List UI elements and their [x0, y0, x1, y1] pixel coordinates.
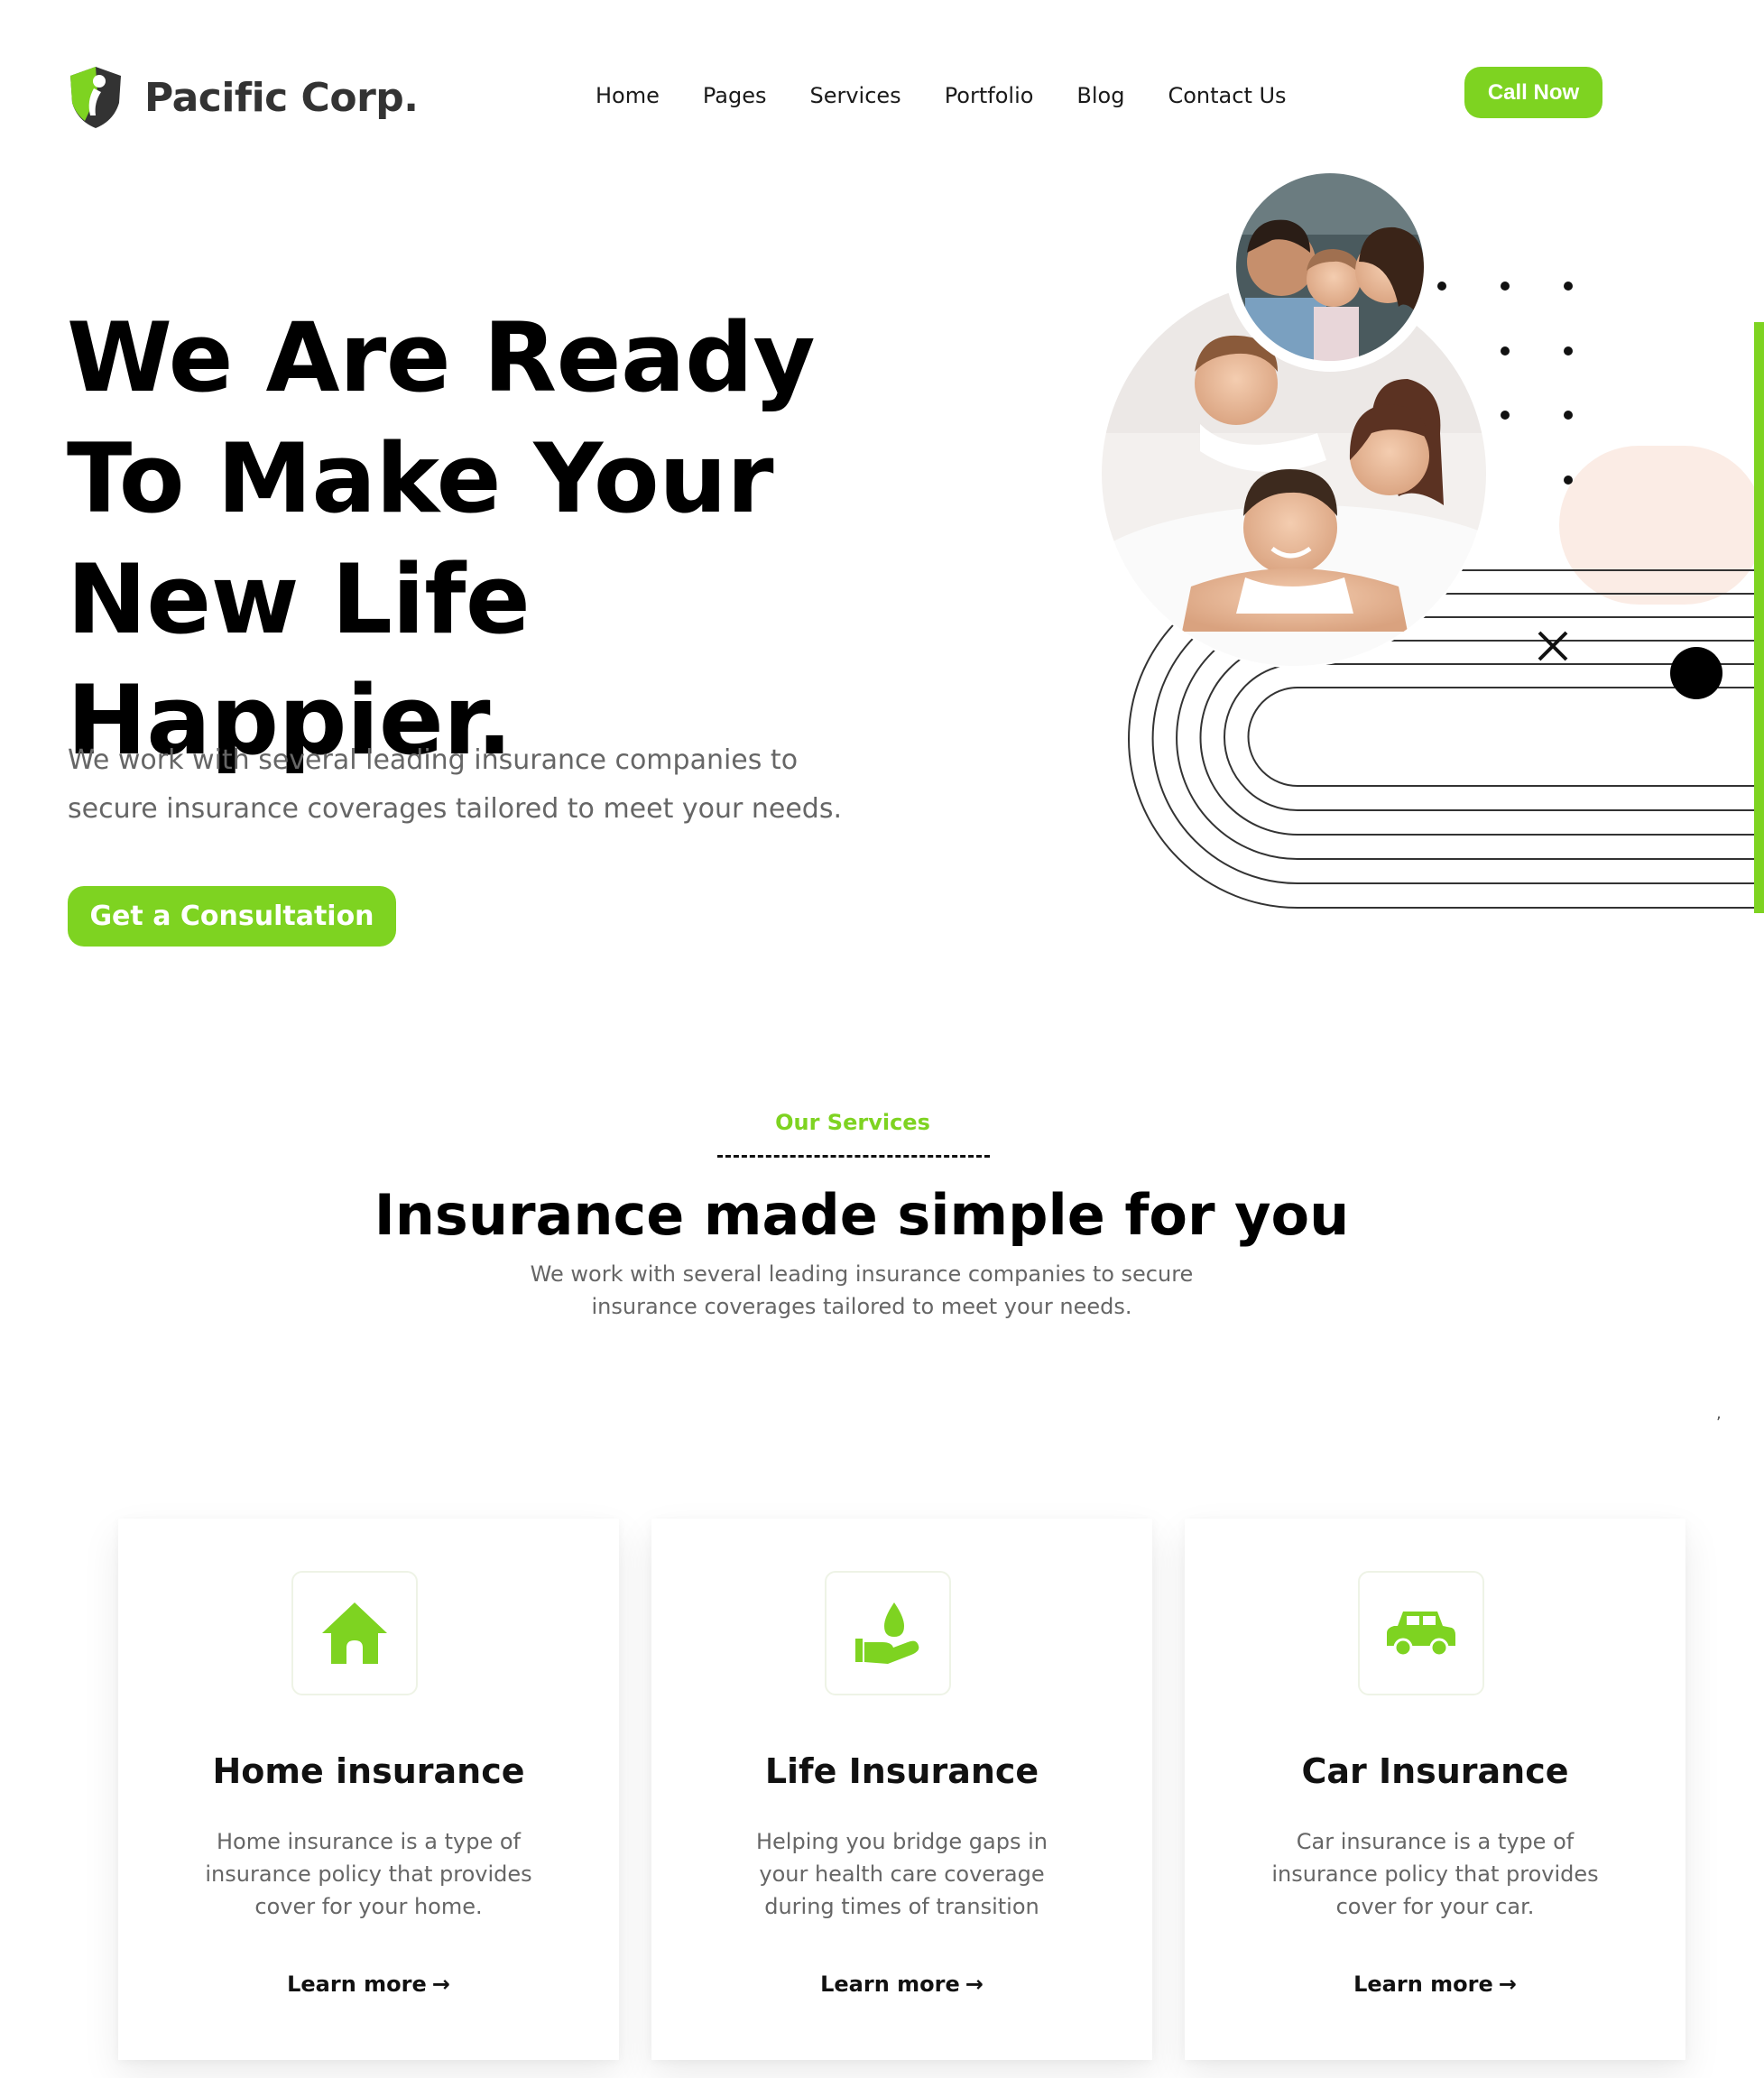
services-title: Insurance made simple for you [374, 1182, 1350, 1248]
nav-blog[interactable]: Blog [1076, 83, 1124, 108]
card-text: Home insurance is a type of insurance po… [205, 1829, 532, 1919]
hero-illustration [1101, 162, 1764, 909]
card-car-insurance: Car Insurance Car insurance is a type of… [1185, 1519, 1685, 2060]
arrow-right-icon: → [965, 1972, 984, 1997]
card-title: Home insurance [212, 1751, 525, 1791]
nav-services[interactable]: Services [809, 83, 900, 108]
nav-portfolio[interactable]: Portfolio [945, 83, 1034, 108]
brand-name: Pacific Corp. [144, 74, 419, 121]
card-icon-box [1358, 1571, 1484, 1695]
learn-more-link[interactable]: Learn more → [651, 1972, 1152, 1997]
get-consultation-button[interactable]: Get a Consultation [68, 886, 396, 947]
house-icon [322, 1602, 387, 1664]
card-text: Car insurance is a type of insurance pol… [1271, 1829, 1599, 1919]
services-subtitle: We work with several leading insurance c… [530, 1261, 1194, 1319]
arrow-right-icon: → [1498, 1972, 1517, 1997]
nav-home[interactable]: Home [596, 83, 660, 108]
learn-more-label: Learn more [1353, 1972, 1493, 1997]
black-dot [1670, 647, 1722, 699]
hand-drop-icon [855, 1602, 919, 1664]
arrow-right-icon: → [431, 1972, 450, 1997]
stray-mark: , [1716, 1404, 1722, 1423]
hero-title: We Are Ready To Make Your New Life Happi… [67, 302, 816, 776]
card-home-insurance: Home insurance Home insurance is a type … [118, 1519, 619, 2060]
card-title: Car Insurance [1301, 1751, 1569, 1791]
learn-more-label: Learn more [820, 1972, 960, 1997]
card-icon-box [291, 1571, 418, 1695]
main-nav: Home Pages Services Portfolio Blog Conta… [596, 83, 1287, 108]
nav-pages[interactable]: Pages [703, 83, 767, 108]
card-title: Life Insurance [764, 1751, 1039, 1791]
services-eyebrow: Our Services [775, 1110, 930, 1135]
learn-more-link[interactable]: Learn more → [118, 1972, 619, 1997]
peach-shape [1559, 446, 1764, 605]
logo[interactable]: Pacific Corp. [67, 65, 419, 130]
call-now-button[interactable]: Call Now [1464, 67, 1602, 118]
car-icon [1387, 1612, 1455, 1658]
learn-more-link[interactable]: Learn more → [1185, 1972, 1685, 1997]
nav-contact-us[interactable]: Contact Us [1168, 83, 1286, 108]
learn-more-label: Learn more [287, 1972, 427, 1997]
eyebrow-divider [717, 1155, 990, 1158]
hero-subtitle: We work with several leading insurance c… [68, 744, 843, 825]
card-life-insurance: Life Insurance Helping you bridge gaps i… [651, 1519, 1152, 2060]
card-text: Helping you bridge gaps in your health c… [755, 1829, 1048, 1919]
green-accent-bar [1754, 322, 1764, 913]
card-icon-box [825, 1571, 951, 1695]
shield-logo-icon [70, 67, 121, 128]
cross-mark [1538, 631, 1568, 661]
